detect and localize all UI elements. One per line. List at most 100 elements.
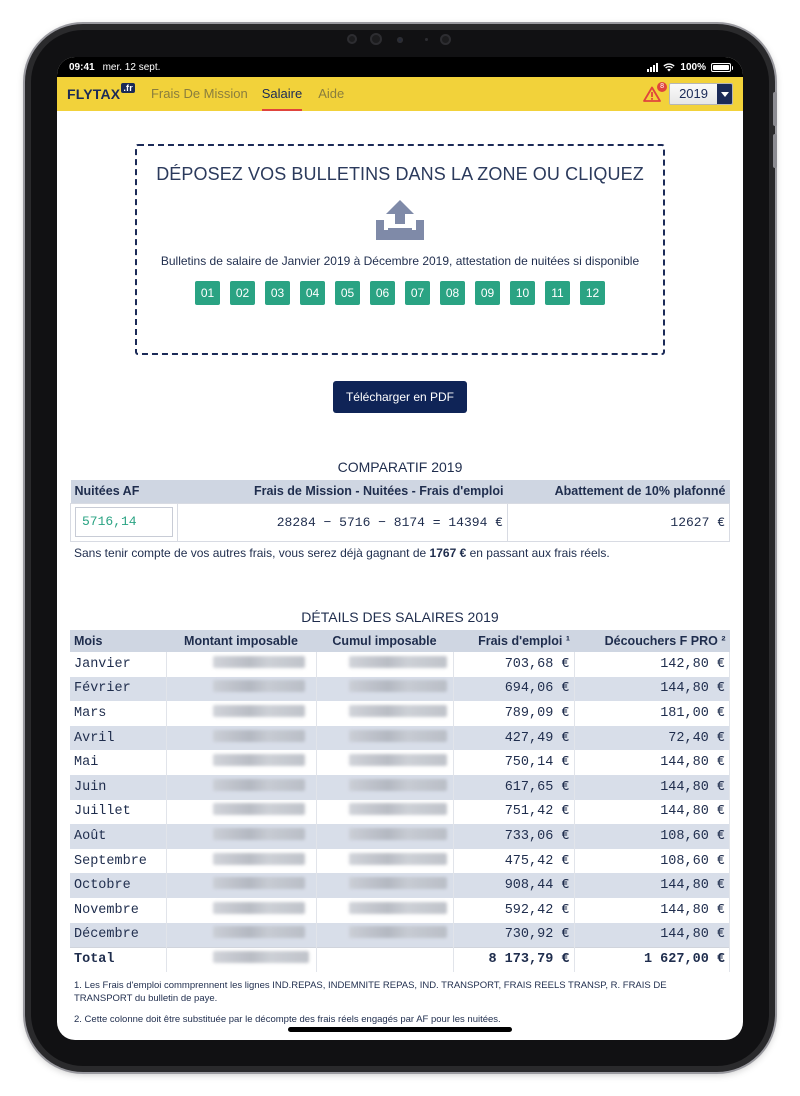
frais-cell: 789,09 €	[453, 701, 575, 726]
download-pdf-button[interactable]: Télécharger en PDF	[333, 381, 467, 413]
col-frais-emploi: Frais d'emploi ¹	[453, 630, 574, 652]
cumul-cell	[316, 922, 454, 948]
nuitees-input[interactable]: 5716,14	[75, 507, 173, 537]
month-11[interactable]: 11	[545, 281, 570, 305]
table-row: Juin 617,65 €144,80 €	[70, 774, 730, 800]
brand-logo[interactable]: FLYTAX .fr	[67, 83, 135, 102]
montant-cell	[166, 848, 317, 874]
year-select[interactable]: 2019	[669, 83, 733, 105]
cumul-cell	[316, 676, 454, 702]
decouchers-total-cell: 1 627,00 €	[574, 946, 730, 972]
mois-cell: Février	[70, 676, 167, 702]
decouchers-cell: 144,80 €	[574, 873, 730, 898]
total-label: Total	[70, 946, 167, 972]
redacted-value	[212, 951, 309, 964]
frais-cell: 694,06 €	[453, 676, 575, 702]
details-title: DÉTAILS DES SALAIRES 2019	[301, 609, 499, 625]
upload-dropzone[interactable]: DÉPOSEZ VOS BULLETINS DANS LA ZONE OU CL…	[135, 144, 665, 355]
warning-count-badge: 8	[657, 82, 668, 92]
month-list: 01 02 03 04 05 06 07 08 09 10 11 12	[137, 281, 663, 305]
mois-cell: Mars	[70, 701, 167, 726]
table-row: Août 733,06 €108,60 €	[70, 824, 730, 849]
redacted-value	[212, 926, 305, 939]
volume-up-button	[773, 92, 777, 126]
month-06[interactable]: 06	[370, 281, 395, 305]
frais-cell: 733,06 €	[453, 824, 575, 849]
decouchers-cell: 181,00 €	[574, 701, 730, 726]
camera-icon	[440, 34, 451, 45]
redacted-value	[348, 827, 447, 840]
month-02[interactable]: 02	[230, 281, 255, 305]
month-07[interactable]: 07	[405, 281, 430, 305]
comparatif-table: Nuitées AF Frais de Mission - Nuitées - …	[70, 480, 730, 542]
cumul-cell	[316, 652, 454, 677]
mois-cell: Août	[70, 824, 167, 849]
nav-frais-de-mission[interactable]: Frais De Mission	[151, 77, 248, 111]
sensor-icon	[425, 38, 428, 41]
redacted-value	[348, 877, 447, 890]
redacted-value	[212, 754, 305, 767]
table-row: Novembre 592,42 €144,80 €	[70, 897, 730, 923]
frais-total-cell: 8 173,79 €	[453, 946, 575, 972]
top-navbar: FLYTAX .fr Frais De Mission Salaire Aide…	[57, 77, 743, 111]
month-10[interactable]: 10	[510, 281, 535, 305]
month-09[interactable]: 09	[475, 281, 500, 305]
decouchers-cell: 108,60 €	[574, 824, 730, 849]
col-nuitees: Nuitées AF	[70, 480, 178, 503]
cumul-cell	[316, 848, 454, 874]
col-abattement: Abattement de 10% plafonné	[507, 480, 730, 503]
dropzone-title: DÉPOSEZ VOS BULLETINS DANS LA ZONE OU CL…	[156, 164, 644, 184]
redacted-value	[348, 852, 447, 865]
cumul-cell	[316, 750, 454, 775]
montant-cell	[166, 774, 317, 800]
table-row: Avril 427,49 €72,40 €	[70, 725, 730, 751]
montant-cell	[166, 922, 317, 948]
cumul-cell	[316, 774, 454, 800]
decouchers-cell: 144,80 €	[574, 750, 730, 775]
table-row: Mai 750,14 €144,80 €	[70, 750, 730, 775]
battery-percent: 100%	[680, 61, 706, 73]
month-05[interactable]: 05	[335, 281, 360, 305]
cumul-cell	[316, 701, 454, 726]
redacted-value	[348, 655, 447, 668]
cumul-cell	[316, 799, 454, 825]
montant-cell	[166, 824, 317, 849]
month-12[interactable]: 12	[580, 281, 605, 305]
table-row: Septembre 475,42 €108,60 €	[70, 848, 730, 874]
nav-aide[interactable]: Aide	[318, 77, 344, 111]
redacted-value	[348, 729, 447, 742]
note-text-before: Sans tenir compte de vos autres frais, v…	[74, 546, 430, 560]
redacted-value	[212, 877, 305, 890]
mois-cell: Juillet	[70, 799, 167, 825]
montant-cell	[166, 750, 317, 775]
montant-cell	[166, 897, 317, 923]
mois-cell: Avril	[70, 725, 167, 751]
footnotes: 1. Les Frais d'emploi commprennent les l…	[74, 979, 724, 1034]
nav-salaire[interactable]: Salaire	[261, 77, 303, 111]
frais-cell: 592,42 €	[453, 897, 575, 923]
month-04[interactable]: 04	[300, 281, 325, 305]
redacted-value	[212, 680, 305, 693]
redacted-value	[212, 655, 305, 668]
frais-cell: 475,42 €	[453, 848, 575, 874]
home-indicator[interactable]	[288, 1027, 512, 1032]
comparatif-title: COMPARATIF 2019	[337, 459, 463, 475]
col-mois: Mois	[70, 630, 166, 652]
month-03[interactable]: 03	[265, 281, 290, 305]
month-01[interactable]: 01	[195, 281, 220, 305]
decouchers-cell: 144,80 €	[574, 799, 730, 825]
upload-icon	[374, 198, 426, 242]
camera-icon	[370, 33, 382, 45]
decouchers-cell: 108,60 €	[574, 848, 730, 874]
frais-cell: 617,65 €	[453, 774, 575, 800]
montant-cell	[166, 799, 317, 825]
status-date: mer. 12 sept.	[102, 61, 161, 73]
redacted-value	[212, 901, 305, 914]
chevron-down-icon	[717, 84, 732, 104]
mois-cell: Janvier	[70, 652, 167, 677]
sensor-icon	[397, 37, 403, 43]
decouchers-cell: 144,80 €	[574, 774, 730, 800]
warnings-button[interactable]: 8	[643, 82, 668, 102]
col-decouchers: Découchers F PRO ²	[574, 630, 730, 652]
month-08[interactable]: 08	[440, 281, 465, 305]
